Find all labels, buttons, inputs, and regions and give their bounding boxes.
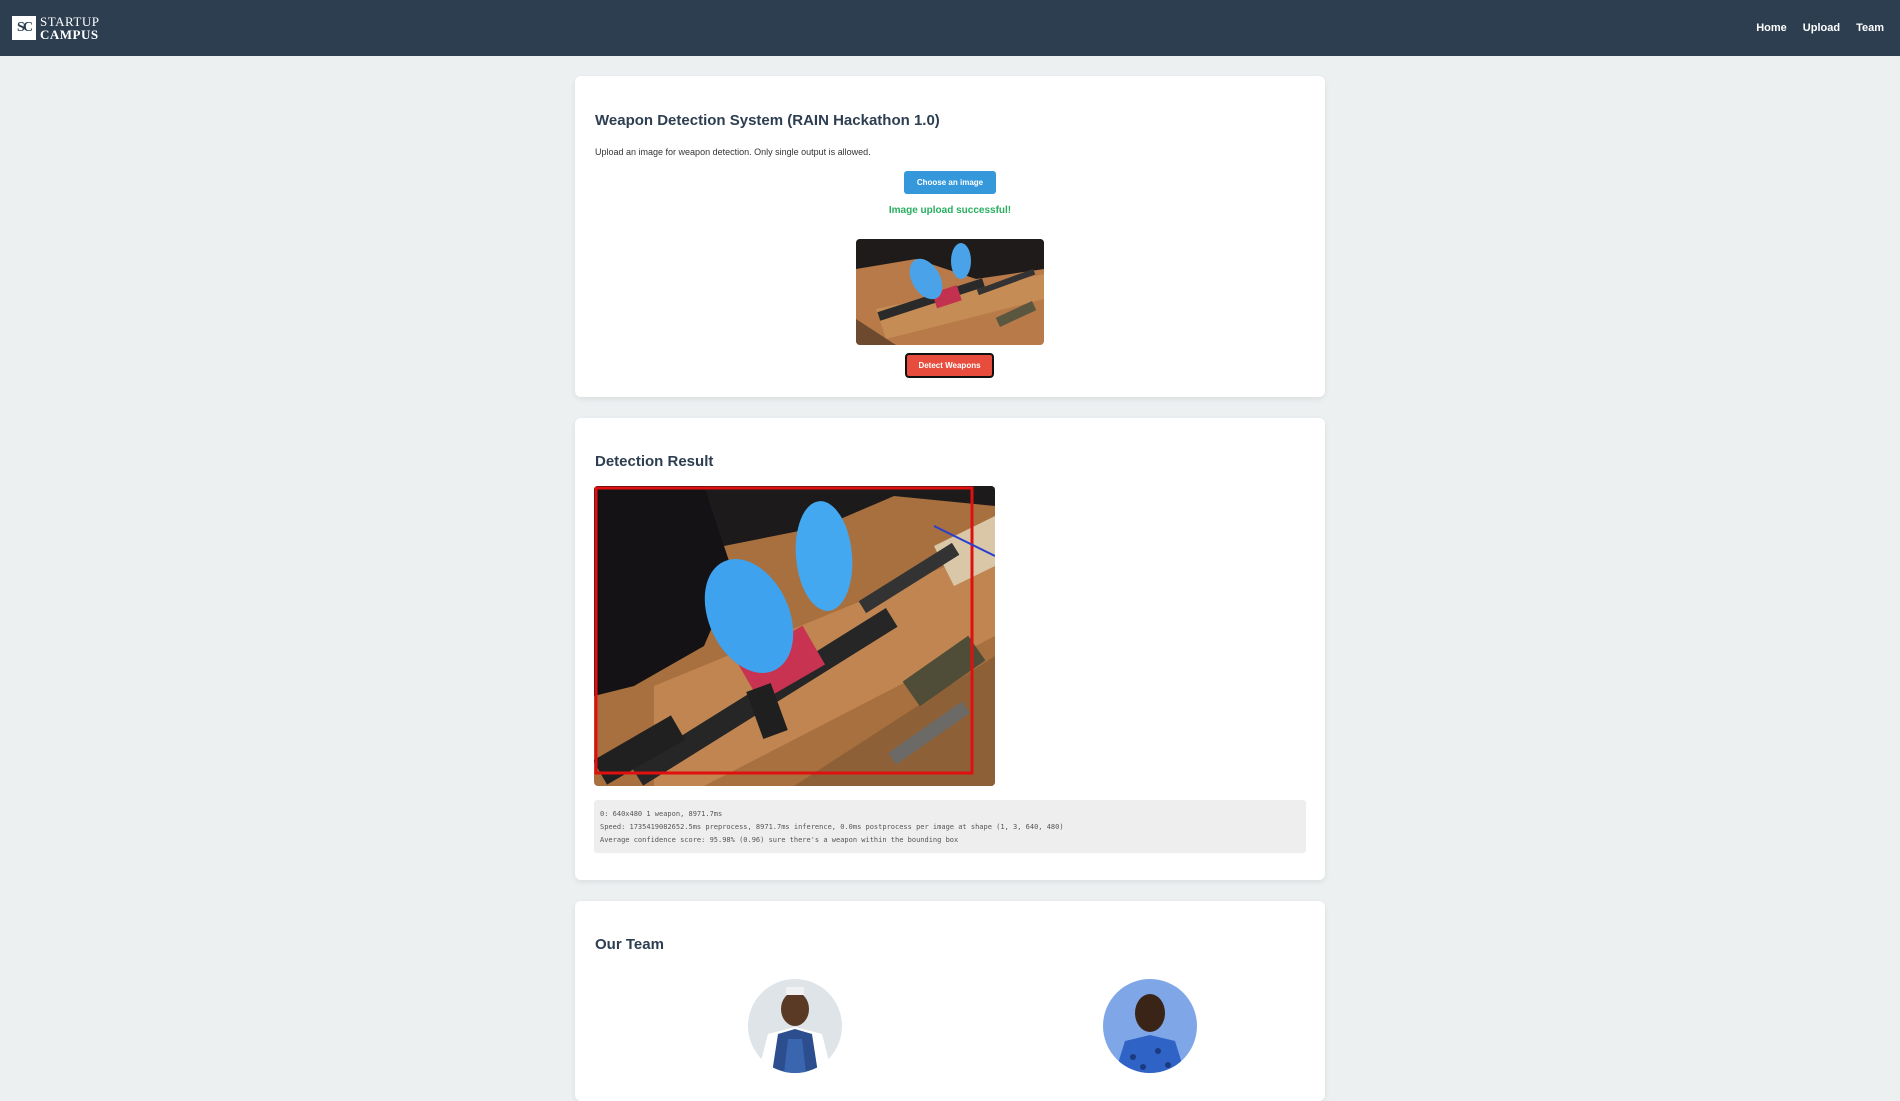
nav-home-link[interactable]: Home — [1756, 22, 1787, 34]
detection-log-output: 0: 640x480 1 weapon, 8971.7ms Speed: 173… — [594, 800, 1306, 853]
result-title: Detection Result — [595, 453, 714, 470]
upload-instructions: Upload an image for weapon detection. On… — [595, 147, 871, 157]
team-title: Our Team — [595, 936, 664, 953]
nav-team-link[interactable]: Team — [1856, 22, 1884, 34]
upload-success-message: Image upload successful! — [888, 205, 1012, 216]
detect-weapons-button[interactable]: Detect Weapons — [905, 353, 994, 378]
logo-line-2: CAMPUS — [40, 27, 99, 42]
logo-mark: SC — [12, 16, 36, 40]
log-line: Speed: 1735419082652.5ms preprocess, 897… — [600, 823, 1064, 831]
log-line: 0: 640x480 1 weapon, 8971.7ms — [600, 810, 723, 818]
top-navbar: SC STARTUP CAMPUS Home Upload Team — [0, 0, 1900, 56]
brand-logo[interactable]: SC STARTUP CAMPUS — [12, 15, 99, 41]
main-nav: Home Upload Team — [1756, 22, 1888, 34]
upload-title: Weapon Detection System (RAIN Hackathon … — [595, 112, 940, 129]
upload-section: Weapon Detection System (RAIN Hackathon … — [575, 76, 1325, 397]
choose-image-button[interactable]: Choose an image — [904, 171, 996, 194]
detection-result-section: Detection Result 0: 640x480 1 weapon, 89… — [575, 418, 1325, 880]
detection-result-image — [594, 486, 995, 786]
nav-upload-link[interactable]: Upload — [1803, 22, 1840, 34]
team-section: Our Team — [575, 901, 1325, 1101]
uploaded-image-preview — [856, 239, 1044, 345]
logo-text: STARTUP CAMPUS — [40, 15, 99, 41]
log-line: Average confidence score: 95.98% (0.96) … — [600, 836, 959, 844]
team-member-avatar — [1103, 979, 1197, 1073]
team-member-avatar — [748, 979, 842, 1073]
